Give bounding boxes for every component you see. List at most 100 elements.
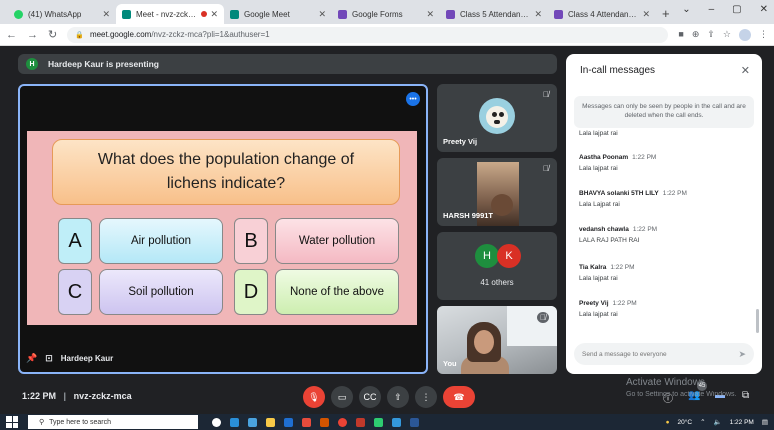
participant-tile-harsh[interactable]: 🎙̸ HARSH 9991T [437, 158, 557, 226]
browser-tab[interactable]: Class 5 Attendance (Nove✕ [440, 4, 548, 24]
close-tab-icon[interactable]: ✕ [102, 9, 110, 20]
chat-notice: Messages can only be seen by people in t… [574, 96, 754, 128]
meeting-code: nvz-zckz-mca [73, 391, 132, 401]
mic-off-icon: 🎙̸ [543, 164, 549, 173]
presenter-avatar: H [26, 58, 38, 70]
browser-toolbar-icons: ■ ⊕ ⇪ ☆ ⋮ [678, 28, 768, 41]
profile-avatar[interactable] [739, 28, 751, 41]
presentation-stage[interactable]: ••• What does the population change of l… [18, 84, 428, 374]
app-icon[interactable] [356, 417, 365, 427]
meeting-info: 1:22 PM | nvz-zckz-mca [22, 391, 132, 401]
question-text: What does the population change of liche… [52, 139, 400, 205]
volume-icon[interactable]: 🔈 [714, 418, 722, 426]
present-screen-icon: ⊡ [45, 353, 53, 363]
chat-message: Preety Vij 1:22 PM Lala lajpat rai [579, 300, 637, 318]
taskbar-search-input[interactable]: ⚲ Type here to search [28, 415, 198, 429]
quiz-slide: What does the population change of liche… [27, 131, 417, 325]
others-count: 41 others [480, 278, 514, 287]
option-b: Water pollution [275, 218, 399, 264]
participant-name: HARSH 9991T [443, 211, 494, 220]
edge-icon[interactable] [230, 417, 239, 427]
url-input[interactable]: 🔒 meet.google.com/nvz-zckz-mca?pli=1&aut… [67, 26, 669, 43]
message-list: Lala lajpat rai Aastha Poonam 1:22 PM Lal… [579, 128, 749, 334]
activate-windows-sub: Go to Settings to activate Windows. [626, 391, 737, 398]
app-icon[interactable] [302, 417, 311, 427]
chrome-icon[interactable] [338, 417, 347, 427]
share-icon[interactable]: ⇪ [707, 29, 715, 41]
zoom-icon[interactable]: ⊕ [692, 29, 700, 41]
windows-start-icon[interactable] [6, 416, 18, 428]
participant-tile-preety[interactable]: 🎙̸ Preety Vij [437, 84, 557, 152]
close-tab-icon[interactable]: ✕ [426, 9, 434, 20]
captions-button[interactable]: CC [359, 386, 381, 408]
folder-icon[interactable] [266, 417, 275, 427]
minimize-icon[interactable]: – [709, 4, 715, 15]
reload-icon[interactable]: ↻ [48, 28, 57, 41]
chat-compose: ➤ [574, 343, 754, 365]
forward-icon[interactable]: → [27, 29, 38, 41]
mail-icon[interactable] [284, 417, 293, 427]
new-tab-button[interactable]: + [656, 6, 678, 24]
close-tab-icon[interactable]: ✕ [642, 9, 650, 20]
participant-tile-you[interactable]: 🎙̸ You [437, 306, 557, 374]
close-tab-icon[interactable]: ✕ [318, 9, 326, 20]
windows-taskbar: ⚲ Type here to search ● 20°C ⌃ 🔈 1:22 PM… [0, 414, 774, 430]
pin-icon[interactable]: 📌 [26, 353, 37, 364]
menu-kebab-icon[interactable]: ⋮ [759, 29, 768, 41]
url-host: meet.google.com [89, 30, 152, 39]
browser-tab[interactable]: Google Meet ✕ [224, 4, 332, 24]
store-icon[interactable] [248, 417, 257, 427]
lock-icon: 🔒 [75, 31, 84, 39]
tab-search-icon[interactable]: ⌄ [682, 4, 690, 15]
camera-toggle-button[interactable]: ▭ [331, 386, 353, 408]
close-tab-icon[interactable]: ✕ [210, 9, 218, 20]
chat-panel: In-call messages ✕ Messages can only be … [566, 54, 762, 374]
word-icon[interactable] [410, 417, 419, 427]
stage-footer: 📌 ⊡ Hardeep Kaur [26, 353, 113, 364]
notifications-icon[interactable]: ▤ [762, 418, 768, 426]
app-icon[interactable] [320, 417, 329, 427]
leave-call-button[interactable]: ☎ [443, 386, 475, 408]
mic-toggle-button[interactable]: 🎙 [303, 386, 325, 408]
camera-permission-icon[interactable]: ■ [678, 29, 683, 41]
camera-icon: ▭ [337, 391, 347, 402]
present-button[interactable]: ⇧ [387, 386, 409, 408]
chat-message: vedansh chawla 1:22 PM LALA RAJ PATH RAI [579, 226, 658, 244]
activities-icon[interactable]: ⧉ [742, 390, 749, 401]
cortana-icon[interactable] [212, 417, 221, 427]
app-icon[interactable] [374, 417, 383, 427]
presenting-text: Hardeep Kaur is presenting [48, 59, 160, 69]
chat-title: In-call messages [580, 65, 656, 76]
bookmark-star-icon[interactable]: ☆ [723, 29, 731, 41]
meet-icon [230, 9, 239, 19]
browser-tab[interactable]: Class 4 Attendance (Nove✕ [548, 4, 656, 24]
maximize-icon[interactable]: ▢ [732, 4, 741, 15]
address-bar: ← → ↻ 🔒 meet.google.com/nvz-zckz-mca?pli… [0, 24, 774, 46]
participant-tile-others[interactable]: H K 41 others [437, 232, 557, 300]
close-window-icon[interactable]: ✕ [760, 4, 768, 15]
browser-tab[interactable]: Google Forms ✕ [332, 4, 440, 24]
forms-icon [554, 9, 563, 19]
temperature: 20°C [677, 418, 693, 426]
close-tab-icon[interactable]: ✕ [534, 9, 542, 20]
chat-message: Aastha Poonam 1:22 PM Lala lajpat rai [579, 154, 657, 172]
browser-tab-active[interactable]: Meet - nvz-zckz-mca✕ [116, 4, 224, 24]
weather-icon: ● [665, 418, 670, 426]
more-options-button[interactable]: ⋮ [415, 386, 437, 408]
window-controls: ⌄ – ▢ ✕ [682, 4, 768, 15]
browser-tab[interactable]: (41) WhatsApp ✕ [8, 4, 116, 24]
mic-off-icon: 🎙̸ [537, 312, 549, 323]
close-icon[interactable]: ✕ [741, 64, 750, 77]
network-icon[interactable]: ⌃ [700, 418, 705, 426]
chat-scrollbar[interactable] [756, 309, 759, 333]
url-path: /nvz-zckz-mca?pli=1&authuser=1 [151, 30, 270, 39]
activate-windows-title: Activate Windows [626, 377, 705, 388]
send-icon[interactable]: ➤ [738, 349, 746, 360]
end-call-icon: ☎ [453, 391, 465, 402]
clock: 1:22 PM [729, 418, 754, 426]
chat-message: Lala lajpat rai [579, 130, 618, 137]
participant-name: You [443, 359, 457, 368]
back-icon[interactable]: ← [6, 29, 17, 41]
chat-message-input[interactable] [582, 350, 739, 358]
app-icon[interactable] [392, 417, 401, 427]
